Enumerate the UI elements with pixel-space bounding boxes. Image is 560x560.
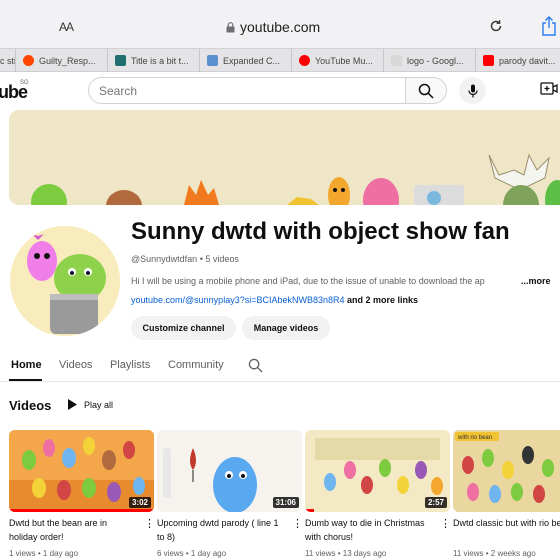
video-meta: 11 views • 2 weeks ago — [453, 549, 536, 558]
shelf-title: Videos — [9, 398, 52, 413]
channel-description[interactable]: Hi I will be using a mobile phone and iP… — [131, 276, 521, 286]
play-icon — [68, 399, 77, 410]
browser-tab[interactable]: parody davit... — [476, 49, 560, 72]
browser-tab-strip: c sti Guilty_Resp... Title is a bit t...… — [0, 48, 560, 72]
more-options-icon[interactable]: ⋮ — [292, 517, 303, 530]
more-options-icon[interactable]: ⋮ — [144, 517, 155, 530]
youtube-music-icon — [299, 55, 310, 66]
reload-icon[interactable] — [489, 19, 503, 38]
channel-meta: @Sunnydwtdfan • 5 videos — [131, 254, 239, 264]
play-all-button[interactable]: Play all — [68, 399, 113, 410]
video-card[interactable]: 3:02 Dwtd but the bean are in holiday or… — [9, 430, 155, 558]
tab-home[interactable]: Home — [11, 359, 42, 371]
channel-handle: @Sunnydwtdfan — [131, 254, 198, 264]
search-input[interactable] — [99, 83, 389, 99]
tab-label: Guilty_Resp... — [39, 55, 96, 66]
manage-videos-button[interactable]: Manage videos — [242, 316, 330, 340]
video-card[interactable]: with rio bean Dwtd classic but with rio … — [453, 430, 560, 558]
thumbnail-badge: with rio bean — [457, 435, 492, 441]
lock-icon — [226, 21, 235, 33]
browser-tab[interactable]: c sti — [0, 49, 16, 72]
video-thumbnail[interactable]: 31:06 — [157, 430, 302, 512]
description-more-link[interactable]: ...more — [521, 276, 551, 286]
search-icon — [418, 83, 434, 99]
video-duration: 2:57 — [424, 497, 447, 508]
more-options-icon[interactable]: ⋮ — [440, 517, 451, 530]
video-thumbnail[interactable]: with rio bean — [453, 430, 560, 512]
video-duration: 3:02 — [128, 497, 151, 508]
watch-progress-bar — [305, 509, 314, 512]
video-card[interactable]: 2:57 Dumb way to die in Christmas with c… — [305, 430, 451, 558]
tab-videos[interactable]: Videos — [59, 359, 92, 371]
video-meta: 11 views • 13 days ago — [305, 549, 387, 558]
create-icon[interactable] — [540, 81, 558, 102]
browser-tab[interactable]: Guilty_Resp... — [16, 49, 108, 72]
watch-progress-bar — [9, 509, 154, 512]
browser-tab[interactable]: Expanded C... — [200, 49, 292, 72]
tab-label: c sti — [0, 55, 16, 66]
channel-tabs: Home Videos Playlists Community — [0, 350, 560, 382]
video-title[interactable]: Upcoming dwtd parody ( line 1 to 8) — [157, 516, 285, 544]
channel-banner — [9, 110, 560, 205]
video-thumbnail[interactable]: 2:57 — [305, 430, 450, 512]
active-tab-indicator — [9, 379, 42, 381]
browser-tab[interactable]: logo - Googl... — [384, 49, 476, 72]
youtube-icon — [483, 55, 494, 66]
tab-playlists[interactable]: Playlists — [110, 359, 150, 371]
video-thumbnail[interactable]: 3:02 — [9, 430, 154, 512]
tab-label: Title is a bit t... — [131, 55, 189, 66]
video-meta: 6 views • 1 day ago — [157, 549, 227, 558]
google-icon — [391, 55, 402, 66]
voice-search-button[interactable] — [459, 77, 486, 104]
channel-links: youtube.com/@sunnyplay3?si=BCIAbekNWB83n… — [131, 295, 418, 305]
screen: AA youtube.com c sti Guilty_Resp... Titl… — [0, 0, 560, 560]
video-count: 5 videos — [205, 254, 239, 264]
video-card[interactable]: 31:06 Upcoming dwtd parody ( line 1 to 8… — [157, 430, 303, 558]
browser-tab[interactable]: Title is a bit t... — [108, 49, 200, 72]
microphone-icon — [467, 84, 478, 97]
tab-label: parody davit... — [499, 55, 556, 66]
reddit-icon — [23, 55, 34, 66]
channel-avatar[interactable] — [10, 226, 120, 336]
text-size-button[interactable]: AA — [59, 20, 74, 34]
tab-community[interactable]: Community — [168, 359, 224, 371]
play-all-label: Play all — [84, 399, 114, 410]
browser-tab[interactable]: YouTube Mu... — [292, 49, 384, 72]
tab-label: Expanded C... — [223, 55, 281, 66]
video-title[interactable]: Dwtd but the bean are in holiday order! — [9, 516, 137, 544]
wiki-icon — [207, 55, 218, 66]
share-icon[interactable] — [541, 16, 557, 41]
channel-link[interactable]: youtube.com/@sunnyplay3?si=BCIAbekNWB83n… — [131, 295, 345, 305]
video-title[interactable]: Dumb way to die in Christmas with chorus… — [305, 516, 433, 544]
browser-address-bar: AA youtube.com — [0, 0, 560, 48]
search-button[interactable] — [405, 77, 447, 104]
more-links[interactable]: and 2 more links — [347, 295, 418, 305]
fandom-icon — [115, 55, 126, 66]
video-duration: 31:06 — [272, 497, 299, 508]
video-title[interactable]: Dwtd classic but with rio bean! — [453, 516, 560, 530]
tab-label: YouTube Mu... — [315, 55, 373, 66]
url-field[interactable]: youtube.com — [226, 19, 320, 35]
channel-search-icon[interactable] — [248, 358, 263, 378]
logo-region: SG — [20, 80, 29, 86]
video-meta: 1 views • 1 day ago — [9, 549, 79, 558]
customize-channel-button[interactable]: Customize channel — [131, 316, 236, 340]
url-text: youtube.com — [240, 19, 321, 35]
channel-name: Sunny dwtd with object show fan — [131, 218, 510, 245]
tab-label: logo - Googl... — [407, 55, 464, 66]
